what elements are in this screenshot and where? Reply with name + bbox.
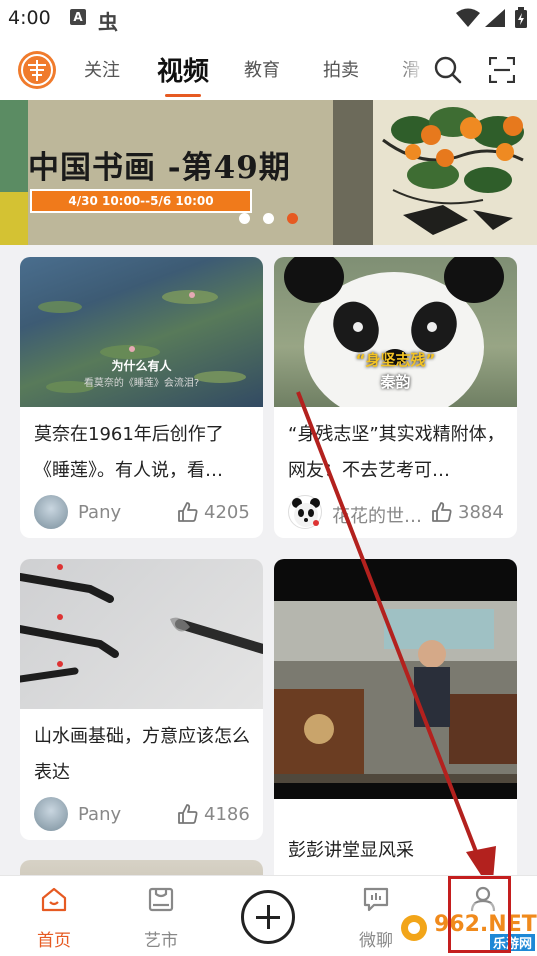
create-button[interactable] (241, 890, 295, 944)
chat-icon (363, 887, 389, 912)
tab-market[interactable]: 艺市 (121, 876, 201, 956)
annotation-arrow (296, 391, 496, 892)
tab-home[interactable]: 首页 (14, 876, 94, 956)
tab-home-label: 首页 (37, 931, 71, 951)
market-icon (148, 887, 174, 912)
home-icon (41, 887, 67, 912)
tab-market-label: 艺市 (144, 931, 178, 951)
annotation-highlight-box (448, 876, 511, 953)
app-screen: 4:00 A 虫 关注 视频 教育 拍卖 滑 (0, 0, 537, 956)
